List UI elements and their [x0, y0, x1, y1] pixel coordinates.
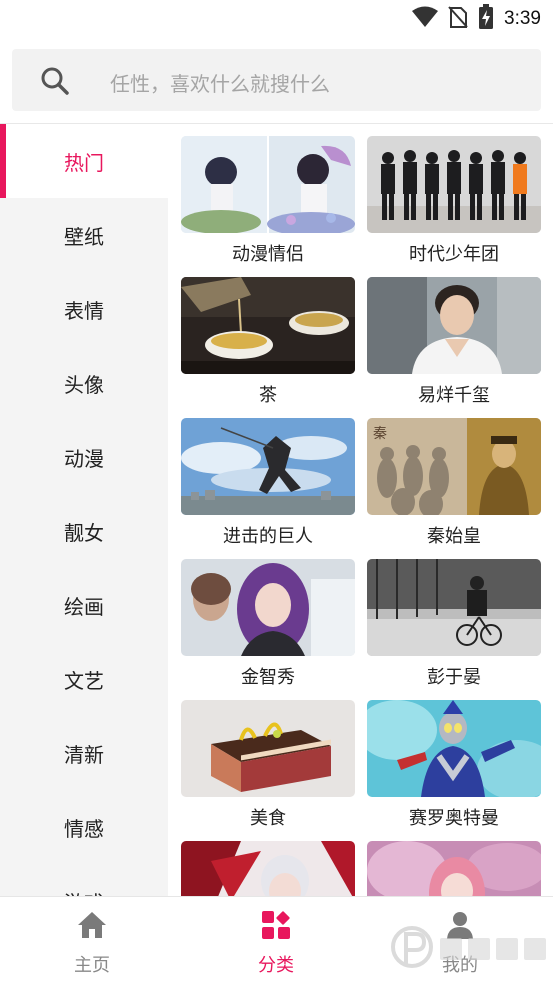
category-card[interactable] [367, 841, 541, 896]
card-label: 动漫情侣 [232, 244, 304, 265]
sidebar-item-label: 热门 [64, 150, 104, 175]
anime-red-thumbnail [181, 841, 355, 896]
sidebar-item-label: 游戏 [64, 887, 104, 897]
category-card[interactable]: 进击的巨人 [181, 418, 355, 548]
home-icon [76, 909, 108, 941]
anime-pink-thumbnail [367, 841, 541, 896]
active-indicator [0, 124, 6, 198]
status-bar: 3:39 [0, 0, 553, 38]
category-card[interactable]: 彭于晏 [367, 559, 541, 689]
nav-category[interactable]: 分类 [216, 907, 336, 977]
watermark-logo [390, 916, 550, 978]
category-card[interactable]: 赛罗奥特曼 [367, 700, 541, 830]
category-card[interactable]: 易烊千玺 [367, 277, 541, 407]
nav-label: 主页 [74, 955, 110, 976]
category-icon [260, 909, 292, 941]
card-label: 赛罗奥特曼 [409, 808, 499, 829]
category-card[interactable] [181, 841, 355, 896]
card-label: 秦始皇 [427, 526, 481, 547]
cyclist-bw-thumbnail [367, 559, 541, 656]
sidebar-item-avatar[interactable]: 头像 [0, 346, 168, 420]
status-icons: 3:39 [412, 4, 541, 34]
nav-label: 分类 [258, 955, 294, 976]
sidebar-item-label: 头像 [64, 372, 104, 397]
sidebar-item-emoji[interactable]: 表情 [0, 272, 168, 346]
status-time: 3:39 [504, 8, 541, 29]
category-grid: 动漫情侣 时代少年团 茶 易烊千玺 进击的巨人 秦 秦始皇 金智秀 彭于晏 美食… [168, 124, 553, 896]
category-card[interactable]: 美食 [181, 700, 355, 830]
terracotta-thumbnail: 秦 [367, 418, 541, 515]
card-label: 易烊千玺 [418, 385, 490, 406]
nav-home[interactable]: 主页 [32, 907, 152, 977]
wifi-icon [412, 6, 439, 32]
sidebar-item-label: 表情 [64, 298, 104, 323]
search-icon [40, 66, 70, 96]
sidebar-item-label: 文艺 [64, 668, 104, 693]
boy-band-thumbnail [367, 136, 541, 233]
sidebar-item-literary[interactable]: 文艺 [0, 642, 168, 716]
sidebar-item-fresh[interactable]: 清新 [0, 716, 168, 790]
category-sidebar[interactable]: 热门 壁纸 表情 头像 动漫 靓女 绘画 文艺 清新 情感 游戏 [0, 124, 168, 896]
category-card[interactable]: 茶 [181, 277, 355, 407]
sidebar-item-label: 清新 [64, 742, 104, 767]
sidebar-item-label: 靓女 [64, 520, 104, 545]
sidebar-item-label: 动漫 [64, 446, 104, 471]
portrait-thumbnail [367, 277, 541, 374]
sidebar-item-anime[interactable]: 动漫 [0, 420, 168, 494]
anime-couple-thumbnail [181, 136, 355, 233]
tea-thumbnail [181, 277, 355, 374]
card-label: 金智秀 [241, 667, 295, 688]
sidebar-item-wallpaper[interactable]: 壁纸 [0, 198, 168, 272]
card-label: 进击的巨人 [223, 526, 313, 547]
sidebar-item-beauty[interactable]: 靓女 [0, 494, 168, 568]
search-placeholder: 任性，喜欢什么就搜什么 [110, 72, 330, 96]
sidebar-item-game[interactable]: 游戏 [0, 864, 168, 897]
battery-charging-icon [478, 4, 494, 34]
portrait-purple-hair-thumbnail [181, 559, 355, 656]
card-label: 彭于晏 [427, 667, 481, 688]
sidebar-item-label: 壁纸 [64, 224, 104, 249]
category-card[interactable]: 时代少年团 [367, 136, 541, 266]
category-card[interactable]: 金智秀 [181, 559, 355, 689]
no-sim-icon [448, 5, 468, 33]
sidebar-item-hot[interactable]: 热门 [0, 124, 168, 198]
card-label: 茶 [259, 385, 277, 406]
attack-on-titan-thumbnail [181, 418, 355, 515]
category-card[interactable]: 动漫情侣 [181, 136, 355, 266]
svg-text:秦: 秦 [373, 426, 387, 442]
sidebar-item-label: 绘画 [64, 594, 104, 619]
card-label: 时代少年团 [409, 244, 499, 265]
sidebar-item-label: 情感 [64, 816, 104, 841]
ultraman-thumbnail [367, 700, 541, 797]
cake-thumbnail [181, 700, 355, 797]
card-label: 美食 [250, 808, 286, 829]
search-input[interactable]: 任性，喜欢什么就搜什么 [12, 49, 541, 111]
sidebar-item-emotion[interactable]: 情感 [0, 790, 168, 864]
sidebar-item-painting[interactable]: 绘画 [0, 568, 168, 642]
category-card[interactable]: 秦 秦始皇 [367, 418, 541, 548]
